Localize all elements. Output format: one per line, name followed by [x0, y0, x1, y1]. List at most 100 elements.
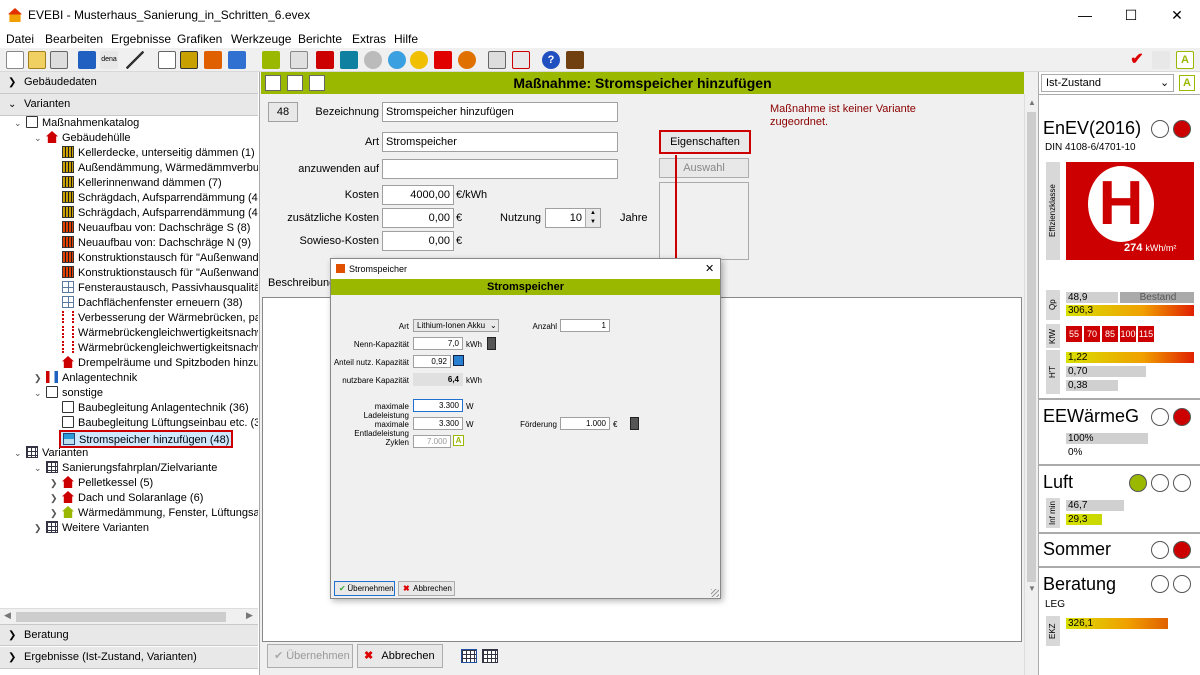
section-beratung[interactable]: ❯ Beratung [0, 624, 258, 646]
tree-item[interactable]: Drempelräume und Spitzboden hinzufü [62, 356, 258, 371]
menu-bearbeiten[interactable]: Bearbeiten [45, 32, 103, 46]
export-icon[interactable] [1152, 51, 1170, 69]
tree-item[interactable]: Baubegleitung Lüftungseinbau etc. (39 [62, 416, 258, 431]
resize-grip-icon[interactable] [711, 589, 719, 597]
grid-icon[interactable] [340, 51, 358, 69]
expand-icon[interactable]: ❯ [50, 478, 58, 489]
window-icon[interactable] [228, 51, 246, 69]
tree-item[interactable]: Schrägdach, Aufsparrendämmung (45) [62, 206, 258, 221]
art-input[interactable]: Stromspeicher [382, 132, 618, 152]
roof-icon[interactable] [204, 51, 222, 69]
scroll-up-icon[interactable]: ▲ [1028, 98, 1036, 107]
calculator-icon[interactable] [487, 337, 496, 350]
foerderung-input[interactable]: 1.000 [560, 417, 610, 430]
calculator-icon[interactable] [630, 417, 639, 430]
menu-ergebnisse[interactable]: Ergebnisse [111, 32, 171, 46]
fan-icon[interactable] [388, 51, 406, 69]
collapse-icon[interactable]: ⌄ [34, 388, 42, 399]
tree-item[interactable]: Wärmebrückengleichwertigkeitsnachwe [62, 341, 258, 356]
a-icon[interactable]: A [453, 435, 464, 446]
uebernehmen-button[interactable]: ✔ Übernehmen [267, 644, 353, 668]
anteil-input[interactable]: 0,92 [413, 355, 451, 368]
section-ergebnisse[interactable]: ❯ Ergebnisse (Ist-Zustand, Varianten) [0, 647, 258, 669]
device-icon[interactable] [566, 51, 584, 69]
expand-icon[interactable]: ❯ [50, 493, 58, 504]
tree-item[interactable]: Schrägdach, Aufsparrendämmung (44) [62, 191, 258, 206]
sun-icon[interactable] [410, 51, 428, 69]
scroll-right-icon[interactable]: ▶ [246, 610, 253, 621]
anzahl-input[interactable]: 1 [560, 319, 610, 332]
section-varianten[interactable]: ⌄ Varianten [0, 94, 258, 116]
dena-icon[interactable]: dena [100, 51, 118, 69]
dialog-abbrechen-button[interactable]: ✖ Abbrechen [398, 581, 455, 596]
horizontal-scrollbar[interactable]: ◀ ▶ [0, 608, 258, 624]
maximize-button[interactable]: ☐ [1108, 0, 1154, 30]
eigenschaften-button[interactable]: Eigenschaften [659, 130, 751, 154]
nenn-input[interactable]: 7,0 [413, 337, 463, 350]
scrollbar-thumb[interactable] [16, 612, 226, 622]
zus-kosten-input[interactable]: 0,00 [382, 208, 454, 228]
variant-select[interactable]: Ist-Zustand ⌄ [1041, 74, 1174, 92]
zyklen-input[interactable]: 7.000 [413, 435, 451, 448]
minimize-button[interactable]: — [1062, 0, 1108, 30]
tree-item[interactable]: Kellerinnenwand dämmen (7) [62, 176, 222, 191]
a-icon[interactable]: A [1176, 51, 1194, 69]
report-icon[interactable] [512, 51, 530, 69]
tree-item[interactable]: Verbesserung der Wärmebrücken, pau [62, 311, 258, 326]
dialog-close-icon[interactable]: ✕ [705, 259, 714, 279]
tree-item[interactable]: Kellerdecke, unterseitig dämmen (1) [62, 146, 255, 161]
arrow-icon[interactable] [78, 51, 96, 69]
edit-icon[interactable] [453, 355, 464, 366]
expand-icon[interactable]: ❯ [34, 373, 42, 384]
tree-item[interactable]: Konstruktionstausch für "Außenwand S [62, 251, 258, 266]
tree-item-anlagentechnik[interactable]: Anlagentechnik [46, 371, 137, 386]
tree-item[interactable]: Dach und Solaranlage (6) [62, 491, 203, 506]
tree-item-sonstige[interactable]: sonstige [46, 386, 103, 401]
lightning-icon[interactable] [434, 51, 452, 69]
vertical-scrollbar[interactable]: ▲ ▼ [1024, 94, 1038, 675]
tree-item[interactable]: Wärmedämmung, Fenster, Lüftungsan [62, 506, 258, 521]
entlade-input[interactable]: 3.300 [413, 417, 463, 430]
view-grid-icon[interactable] [461, 649, 477, 663]
menu-werkzeuge[interactable]: Werkzeuge [231, 32, 291, 46]
collapse-icon[interactable]: ⌄ [14, 448, 22, 459]
section-gebaeudedaten[interactable]: ❯ Gebäudedaten [0, 72, 258, 94]
euro-icon[interactable] [458, 51, 476, 69]
tree-item[interactable]: Pelletkessel (5) [62, 476, 153, 491]
paste-icon[interactable] [50, 51, 68, 69]
tree-item[interactable]: Neuaufbau von: Dachschräge N (9) [62, 236, 251, 251]
collapse-icon[interactable]: ⌄ [34, 133, 42, 144]
tree-item-varianten[interactable]: Varianten [26, 446, 88, 461]
dialog-uebernehmen-button[interactable]: ✔ Übernehmen [334, 581, 395, 596]
new-file-icon[interactable] [6, 51, 24, 69]
collapse-icon[interactable]: ⌄ [34, 463, 42, 474]
nutzung-spinner[interactable]: ▲ ▼ [585, 209, 600, 227]
tree-item-weitere-varianten[interactable]: Weitere Varianten [46, 521, 149, 536]
scrollbar-thumb[interactable] [1027, 112, 1036, 582]
expand-icon[interactable]: ❯ [50, 508, 58, 519]
tree-item-sanierungsfahrplan[interactable]: Sanierungsfahrplan/Zielvariante [46, 461, 217, 476]
search-icon[interactable] [364, 51, 382, 69]
menu-extras[interactable]: Extras [352, 32, 386, 46]
table-icon[interactable] [290, 51, 308, 69]
sowieso-input[interactable]: 0,00 [382, 231, 454, 251]
check-icon[interactable]: ✔ [1128, 51, 1146, 69]
tree-icon[interactable] [262, 51, 280, 69]
menu-hilfe[interactable]: Hilfe [394, 32, 418, 46]
scroll-down-icon[interactable]: ▼ [1028, 584, 1036, 593]
lade-input[interactable]: 3.300 [413, 399, 463, 412]
tree-item-gebaeudehuelle[interactable]: Gebäudehülle [46, 131, 131, 146]
calculator-icon[interactable] [488, 51, 506, 69]
tree-item[interactable]: Dachflächenfenster erneuern (38) [62, 296, 242, 311]
bezeichnung-input[interactable]: Stromspeicher hinzufügen [382, 102, 618, 122]
close-button[interactable]: ✕ [1154, 0, 1200, 30]
kosten-input[interactable]: 4000,00 [382, 185, 454, 205]
view-table-icon[interactable] [482, 649, 498, 663]
tree-item[interactable]: Neuaufbau von: Dachschräge S (8) [62, 221, 250, 236]
menu-grafiken[interactable]: Grafiken [177, 32, 222, 46]
tree-item[interactable]: Wärmebrückengleichwertigkeitsnachwe [62, 326, 258, 341]
wall-icon[interactable] [180, 51, 198, 69]
abbrechen-button[interactable]: ✖ Abbrechen [357, 644, 443, 668]
tree-item[interactable]: Baubegleitung Anlagentechnik (36) [62, 401, 249, 416]
heater-icon[interactable] [316, 51, 334, 69]
